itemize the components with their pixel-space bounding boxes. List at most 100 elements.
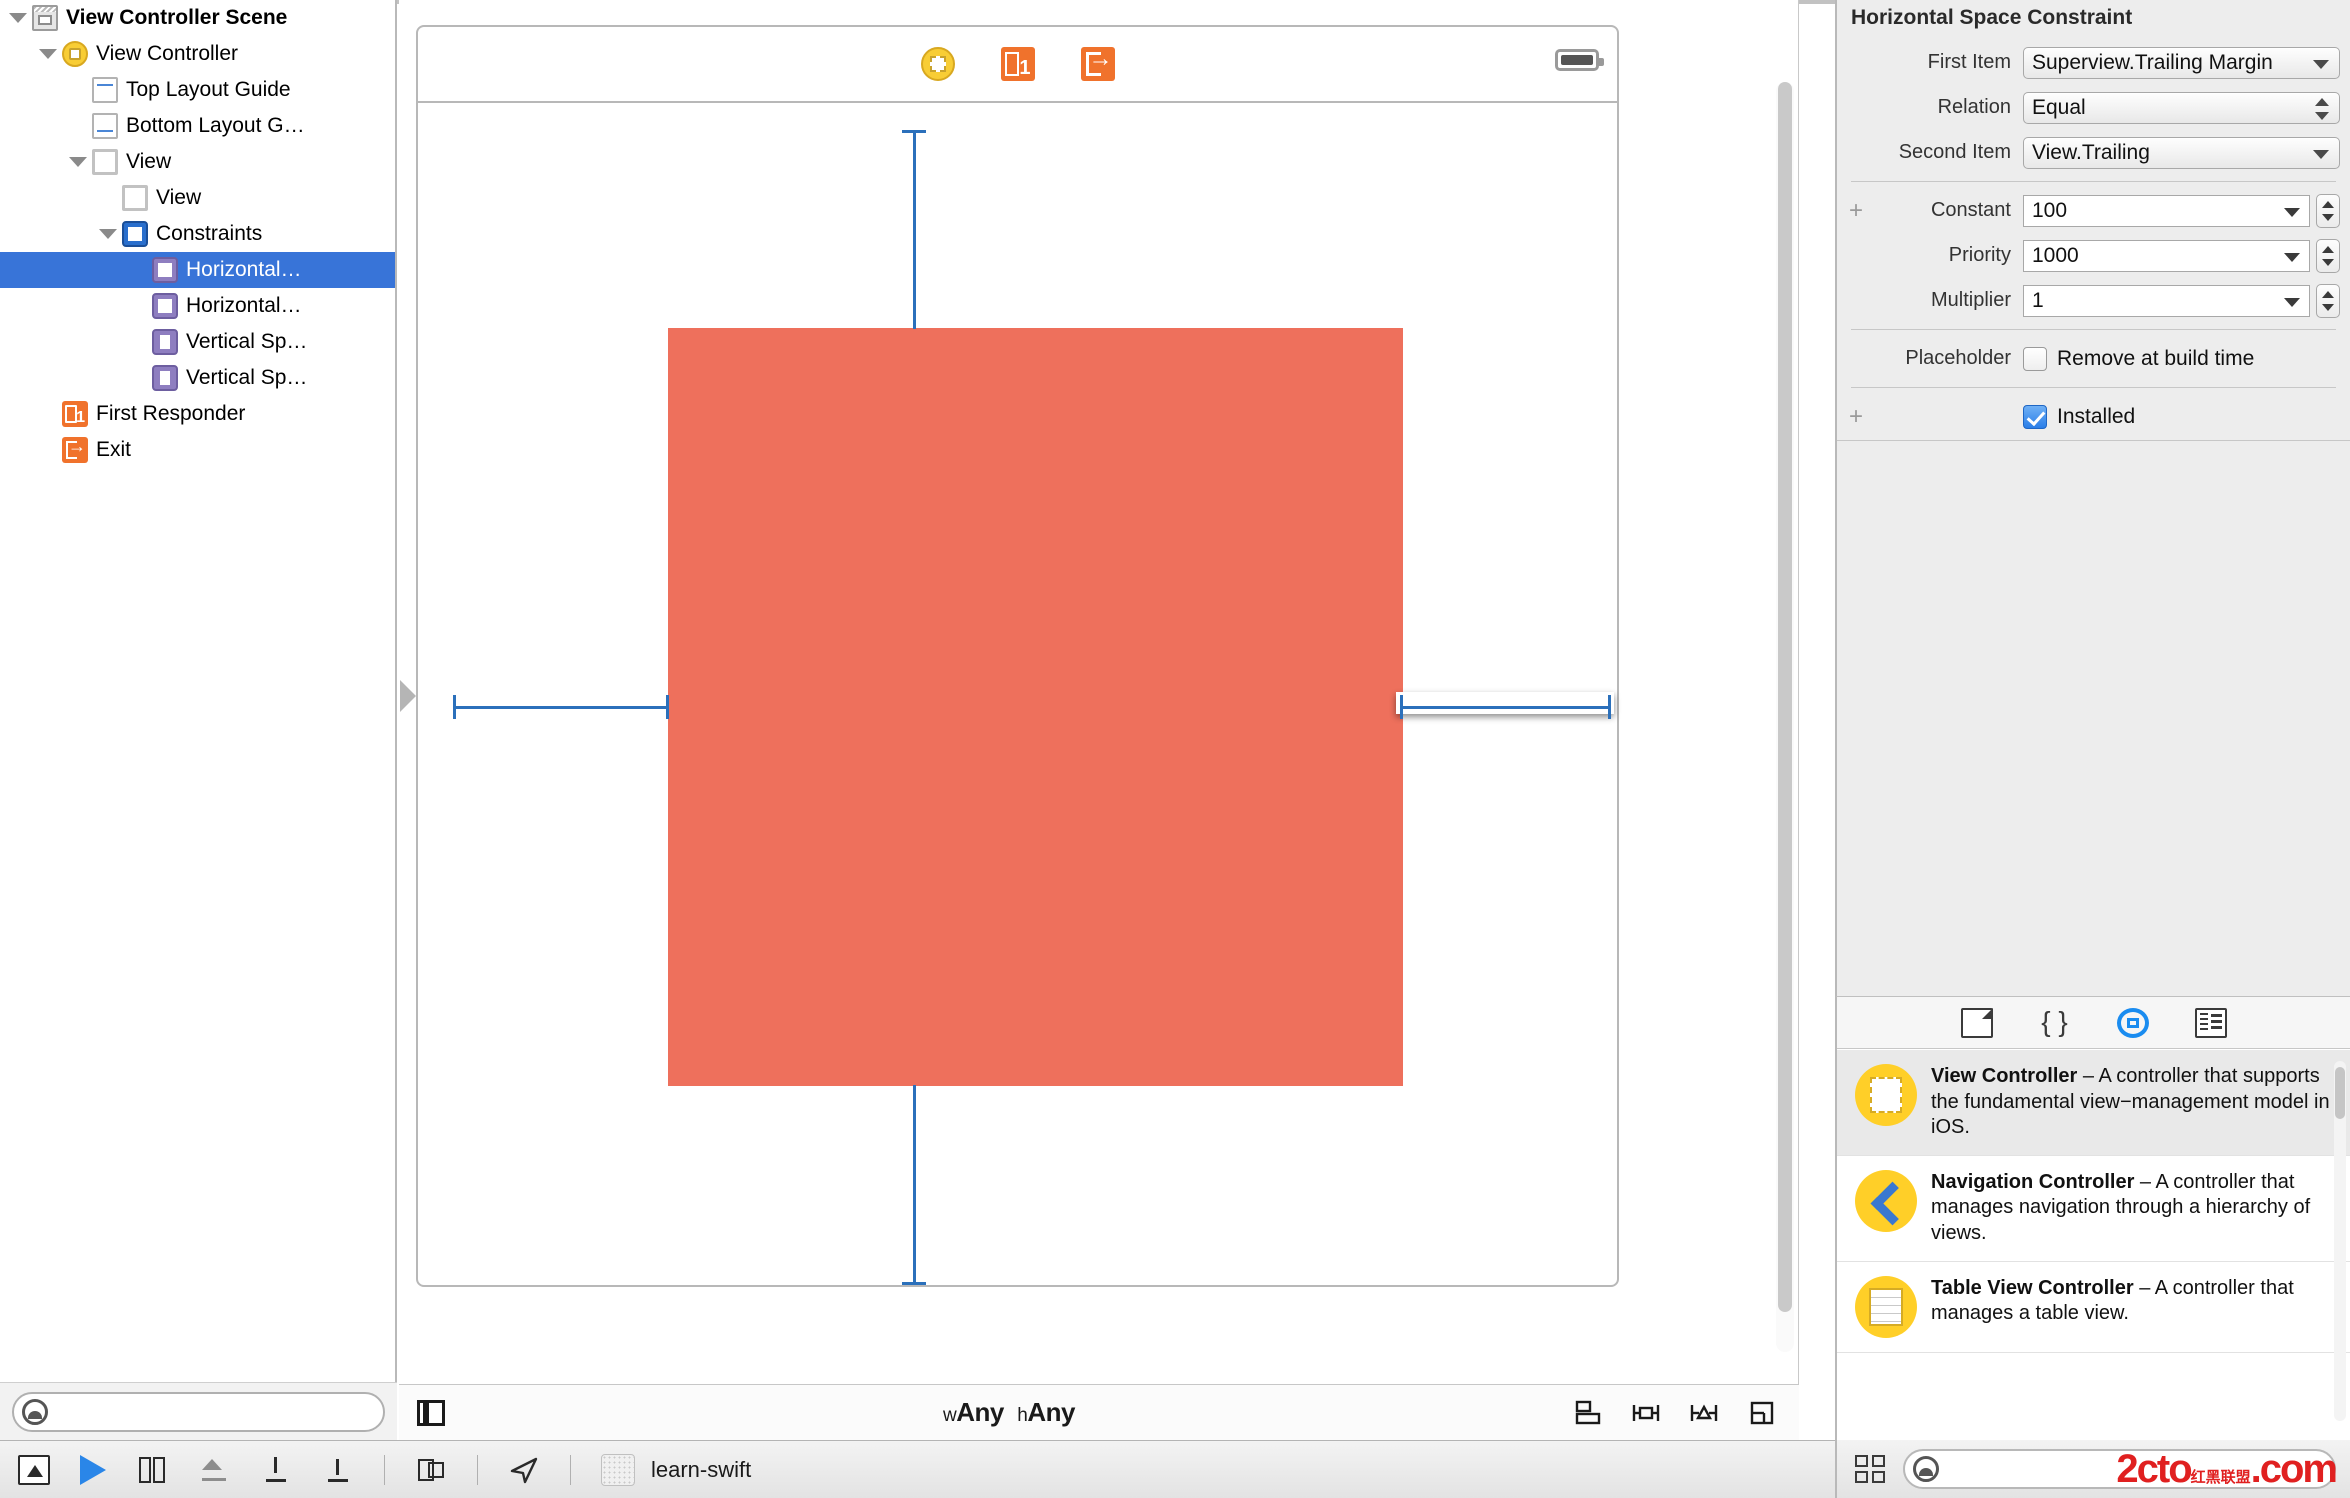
disclosure-triangle-icon[interactable] [36,43,58,65]
scheme-arrow-icon[interactable] [80,1455,106,1485]
vertical-constraint-icon [152,365,178,391]
canvas-vertical-scrollbar[interactable] [1776,82,1794,1352]
constraint-cap-right [1608,695,1611,719]
view-hierarchy-icon[interactable] [415,1455,447,1485]
inspector-stepper[interactable] [2316,194,2340,228]
bottom-layout-guide-icon [92,113,118,139]
library-item[interactable]: View Controller – A controller that supp… [1837,1050,2350,1156]
outline-row[interactable]: View Controller Scene [0,0,395,36]
library-item-list[interactable]: View Controller – A controller that supp… [1837,1050,2350,1440]
library-item-dash: – [2083,1065,2094,1087]
outline-row-label: View Controller [96,42,238,66]
panel-toggle-icon[interactable] [417,1400,445,1426]
chevron-down-icon[interactable] [2284,253,2300,262]
outline-row[interactable]: Top Layout Guide [0,72,395,108]
view-controller-scene-canvas[interactable] [416,25,1619,1287]
canvas-collapse-arrow-icon[interactable] [400,680,416,712]
placeholder-checkbox[interactable] [2023,347,2047,371]
disclosure-triangle-icon[interactable] [96,223,118,245]
disclosure-triangle-icon[interactable] [6,7,28,29]
inspector-stepper[interactable] [2316,239,2340,273]
inspector-row: Second Item View.Trailing [1837,130,2350,175]
chevron-down-icon[interactable] [2313,60,2329,69]
outline-row[interactable]: View Controller [0,36,395,72]
disclosure-triangle-icon[interactable] [66,151,88,173]
inspector-field-value: 1000 [2032,244,2079,268]
horizontal-constraint-right-selected[interactable] [1400,706,1611,709]
first-responder-icon[interactable] [1001,47,1035,81]
updown-arrows-icon[interactable] [2315,98,2329,120]
outline-row[interactable]: Constraints [0,216,395,252]
outline-row-label: View [156,186,201,210]
pause-icon[interactable] [136,1455,168,1485]
size-class-indicator[interactable]: wAny hAny [445,1397,1573,1428]
step-over-icon[interactable] [198,1455,230,1485]
chevron-down-icon[interactable] [2284,298,2300,307]
inspector-separator [1851,181,2336,182]
chevron-down-icon[interactable] [2313,150,2329,159]
size-class-w-prefix: w [943,1405,956,1426]
step-into-icon[interactable] [260,1455,292,1485]
outline-row[interactable]: Vertical Sp… [0,360,395,396]
disclosure-spacer [126,295,148,317]
stack-icon[interactable] [1573,1399,1603,1427]
add-variation-icon[interactable]: + [1849,405,1863,429]
object-library-panel: { } View Controller – A controller that … [1835,996,2350,1440]
watermark-cn: 红黑联盟 [2191,1469,2251,1486]
align-icon[interactable] [1631,1399,1661,1427]
outline-row[interactable]: View [0,144,395,180]
installed-checkbox[interactable] [2023,405,2047,429]
inspector-popup-button[interactable]: Equal [2023,92,2340,124]
file-template-icon[interactable] [1961,1008,1993,1038]
inspector-stepper[interactable] [2316,284,2340,318]
inspector-combo-field[interactable]: 100 [2023,195,2310,227]
location-icon[interactable] [508,1455,540,1485]
document-outline-tree[interactable]: View Controller Scene View Controller Top … [0,0,395,468]
vertical-constraint-bottom[interactable] [913,1085,916,1284]
exit-icon[interactable] [1081,47,1115,81]
chevron-down-icon[interactable] [2284,208,2300,217]
pin-icon[interactable] [1689,1399,1719,1427]
library-scroll-thumb[interactable] [2335,1067,2345,1119]
inspector-field-label: Second Item [1837,141,2023,164]
outline-row[interactable]: Horizontal… [0,288,395,324]
outline-row[interactable]: View [0,180,395,216]
interface-builder-canvas[interactable] [399,0,1799,1440]
disclosure-spacer [66,115,88,137]
red-subview[interactable] [668,328,1403,1086]
step-out-icon[interactable] [322,1455,354,1485]
outline-row[interactable]: Vertical Sp… [0,324,395,360]
view-controller-icon[interactable] [921,47,955,81]
inspector-combo-field[interactable]: 1000 [2023,240,2310,272]
object-library-icon[interactable] [2117,1008,2149,1038]
code-snippet-icon[interactable]: { } [2039,1008,2071,1038]
outline-filter-bar [0,1382,397,1440]
inspector-popup-button[interactable]: View.Trailing [2023,137,2340,169]
inspector-combo-field[interactable]: 1 [2023,285,2310,317]
memory-graph-icon[interactable] [601,1454,635,1486]
outline-row[interactable]: Exit [0,432,395,468]
library-item[interactable]: Table View Controller – A controller tha… [1837,1262,2350,1353]
run-icon[interactable] [18,1455,50,1485]
media-library-icon[interactable] [2195,1008,2227,1038]
library-item-text: View Controller – A controller that supp… [1931,1064,2334,1141]
library-grid-icon[interactable] [1855,1455,1885,1483]
horizontal-constraint-left[interactable] [453,706,669,709]
outline-row-label: Vertical Sp… [186,366,307,390]
site-watermark: 2cto红黑联盟.com [2086,1447,2336,1491]
outline-row[interactable]: Bottom Layout G… [0,108,395,144]
resolve-issues-icon[interactable] [1747,1399,1777,1427]
add-variation-icon[interactable]: + [1849,199,1863,223]
outline-row[interactable]: First Responder [0,396,395,432]
library-item[interactable]: Navigation Controller – A controller tha… [1837,1156,2350,1262]
inspector-field-value: View.Trailing [2032,141,2150,165]
vertical-constraint-top[interactable] [913,130,916,329]
library-scrollbar[interactable] [2334,1061,2346,1421]
library-item-dash: – [2140,1171,2151,1193]
outline-filter-field[interactable] [12,1392,385,1432]
inspector-popup-button[interactable]: Superview.Trailing Margin [2023,47,2340,79]
filter-icon [22,1399,48,1425]
outline-row[interactable]: Horizontal… [0,252,395,288]
inspector-field-value: Superview.Trailing Margin [2032,51,2273,75]
canvas-vertical-scroll-thumb[interactable] [1778,82,1792,1312]
